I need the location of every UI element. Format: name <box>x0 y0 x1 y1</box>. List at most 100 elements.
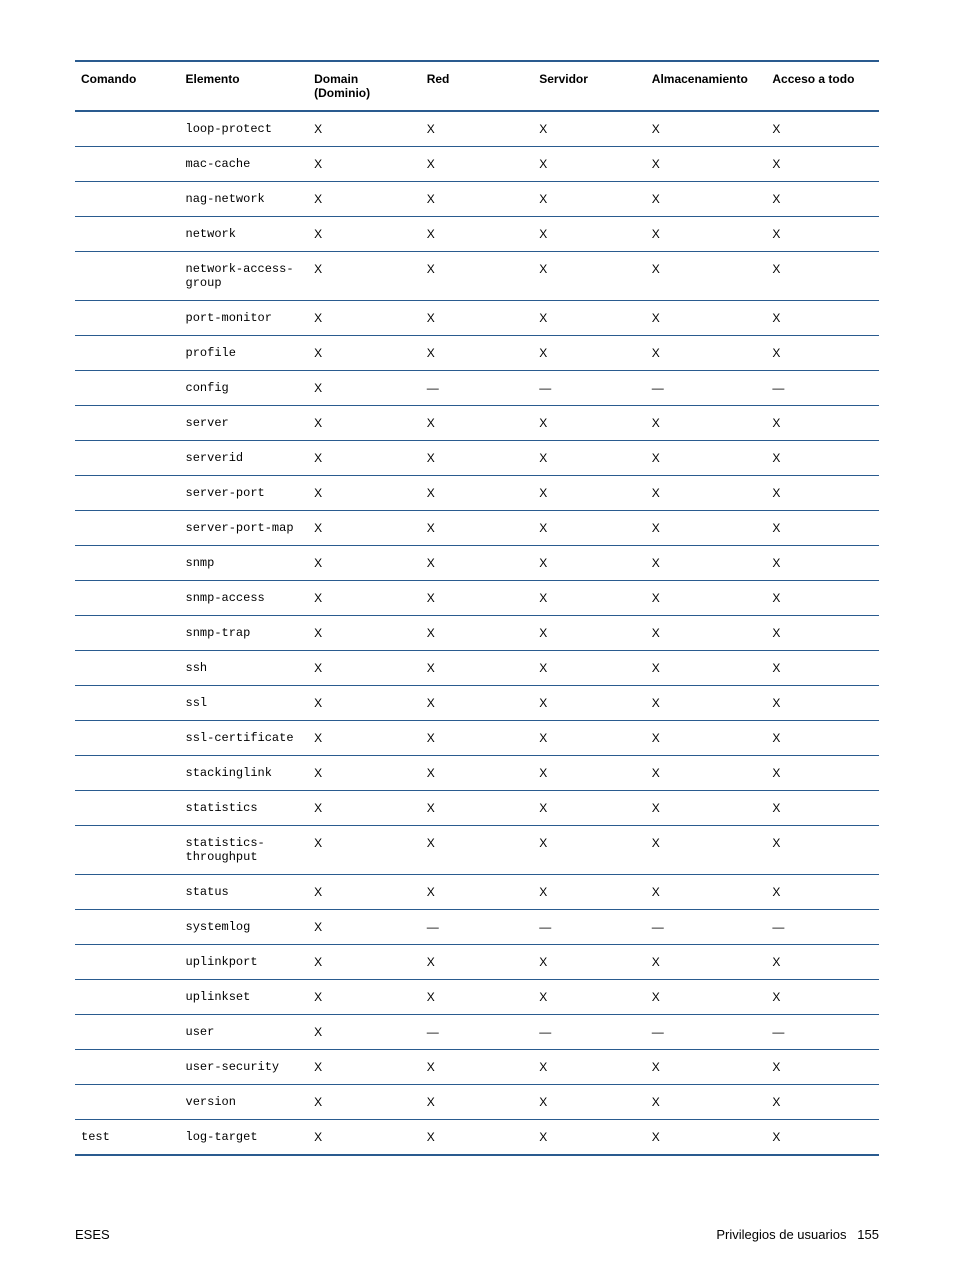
cell-elemento: nag-network <box>180 182 309 217</box>
cell-comando <box>75 581 180 616</box>
cell-acceso: — <box>766 371 879 406</box>
cell-red: X <box>421 301 534 336</box>
table-row: loop-protectXXXXX <box>75 111 879 147</box>
cell-almac: X <box>646 182 767 217</box>
cell-domain: X <box>308 336 421 371</box>
cell-domain: X <box>308 1015 421 1050</box>
cell-comando <box>75 791 180 826</box>
cell-domain: X <box>308 826 421 875</box>
cell-elemento: mac-cache <box>180 147 309 182</box>
cell-servidor: X <box>533 217 646 252</box>
cell-domain: X <box>308 111 421 147</box>
cell-almac: — <box>646 371 767 406</box>
cell-comando <box>75 1085 180 1120</box>
table-row: stackinglinkXXXXX <box>75 756 879 791</box>
cell-red: X <box>421 182 534 217</box>
cell-domain: X <box>308 686 421 721</box>
cell-acceso: X <box>766 111 879 147</box>
cell-comando <box>75 875 180 910</box>
cell-almac: X <box>646 616 767 651</box>
cell-domain: X <box>308 546 421 581</box>
cell-comando <box>75 182 180 217</box>
table-row: sslXXXXX <box>75 686 879 721</box>
cell-comando <box>75 111 180 147</box>
cell-elemento: server <box>180 406 309 441</box>
cell-red: X <box>421 875 534 910</box>
cell-almac: X <box>646 756 767 791</box>
cell-acceso: X <box>766 336 879 371</box>
cell-elemento: network <box>180 217 309 252</box>
cell-almac: X <box>646 581 767 616</box>
footer-right: Privilegios de usuarios 155 <box>716 1227 879 1242</box>
cell-elemento: network-access-group <box>180 252 309 301</box>
cell-red: X <box>421 756 534 791</box>
cell-almac: X <box>646 721 767 756</box>
cell-comando <box>75 441 180 476</box>
cell-comando <box>75 406 180 441</box>
cell-servidor: X <box>533 252 646 301</box>
table-row: user-securityXXXXX <box>75 1050 879 1085</box>
cell-elemento: ssh <box>180 651 309 686</box>
cell-elemento: snmp-trap <box>180 616 309 651</box>
table-row: serverXXXXX <box>75 406 879 441</box>
cell-acceso: X <box>766 252 879 301</box>
cell-comando <box>75 476 180 511</box>
cell-domain: X <box>308 980 421 1015</box>
cell-elemento: systemlog <box>180 910 309 945</box>
cell-servidor: — <box>533 910 646 945</box>
cell-red: X <box>421 945 534 980</box>
cell-servidor: X <box>533 406 646 441</box>
cell-red: X <box>421 511 534 546</box>
cell-acceso: X <box>766 1050 879 1085</box>
table-row: snmp-accessXXXXX <box>75 581 879 616</box>
cell-acceso: X <box>766 791 879 826</box>
cell-acceso: X <box>766 301 879 336</box>
cell-servidor: X <box>533 945 646 980</box>
cell-domain: X <box>308 721 421 756</box>
cell-red: X <box>421 1050 534 1085</box>
cell-domain: X <box>308 252 421 301</box>
cell-domain: X <box>308 875 421 910</box>
cell-almac: X <box>646 252 767 301</box>
table-row: profileXXXXX <box>75 336 879 371</box>
cell-comando <box>75 826 180 875</box>
cell-comando <box>75 511 180 546</box>
cell-comando <box>75 546 180 581</box>
table-row: userX———— <box>75 1015 879 1050</box>
cell-comando <box>75 721 180 756</box>
cell-servidor: X <box>533 581 646 616</box>
cell-servidor: X <box>533 826 646 875</box>
cell-red: X <box>421 826 534 875</box>
cell-servidor: — <box>533 371 646 406</box>
cell-almac: — <box>646 910 767 945</box>
cell-elemento: uplinkset <box>180 980 309 1015</box>
cell-acceso: X <box>766 945 879 980</box>
cell-comando <box>75 252 180 301</box>
cell-red: X <box>421 111 534 147</box>
cell-almac: X <box>646 111 767 147</box>
cell-servidor: X <box>533 182 646 217</box>
cell-servidor: X <box>533 756 646 791</box>
table-row: statusXXXXX <box>75 875 879 910</box>
cell-servidor: X <box>533 511 646 546</box>
cell-domain: X <box>308 217 421 252</box>
cell-acceso: X <box>766 441 879 476</box>
cell-elemento: ssl-certificate <box>180 721 309 756</box>
cell-elemento: version <box>180 1085 309 1120</box>
table-row: nag-networkXXXXX <box>75 182 879 217</box>
cell-red: X <box>421 476 534 511</box>
table-row: uplinkportXXXXX <box>75 945 879 980</box>
cell-acceso: X <box>766 1085 879 1120</box>
cell-elemento: loop-protect <box>180 111 309 147</box>
cell-almac: X <box>646 147 767 182</box>
cell-servidor: X <box>533 791 646 826</box>
cell-almac: X <box>646 511 767 546</box>
cell-domain: X <box>308 756 421 791</box>
cell-acceso: X <box>766 980 879 1015</box>
header-domain: Domain (Dominio) <box>308 61 421 111</box>
cell-red: X <box>421 336 534 371</box>
cell-servidor: X <box>533 301 646 336</box>
cell-almac: X <box>646 1050 767 1085</box>
cell-elemento: user-security <box>180 1050 309 1085</box>
table-row: systemlogX———— <box>75 910 879 945</box>
